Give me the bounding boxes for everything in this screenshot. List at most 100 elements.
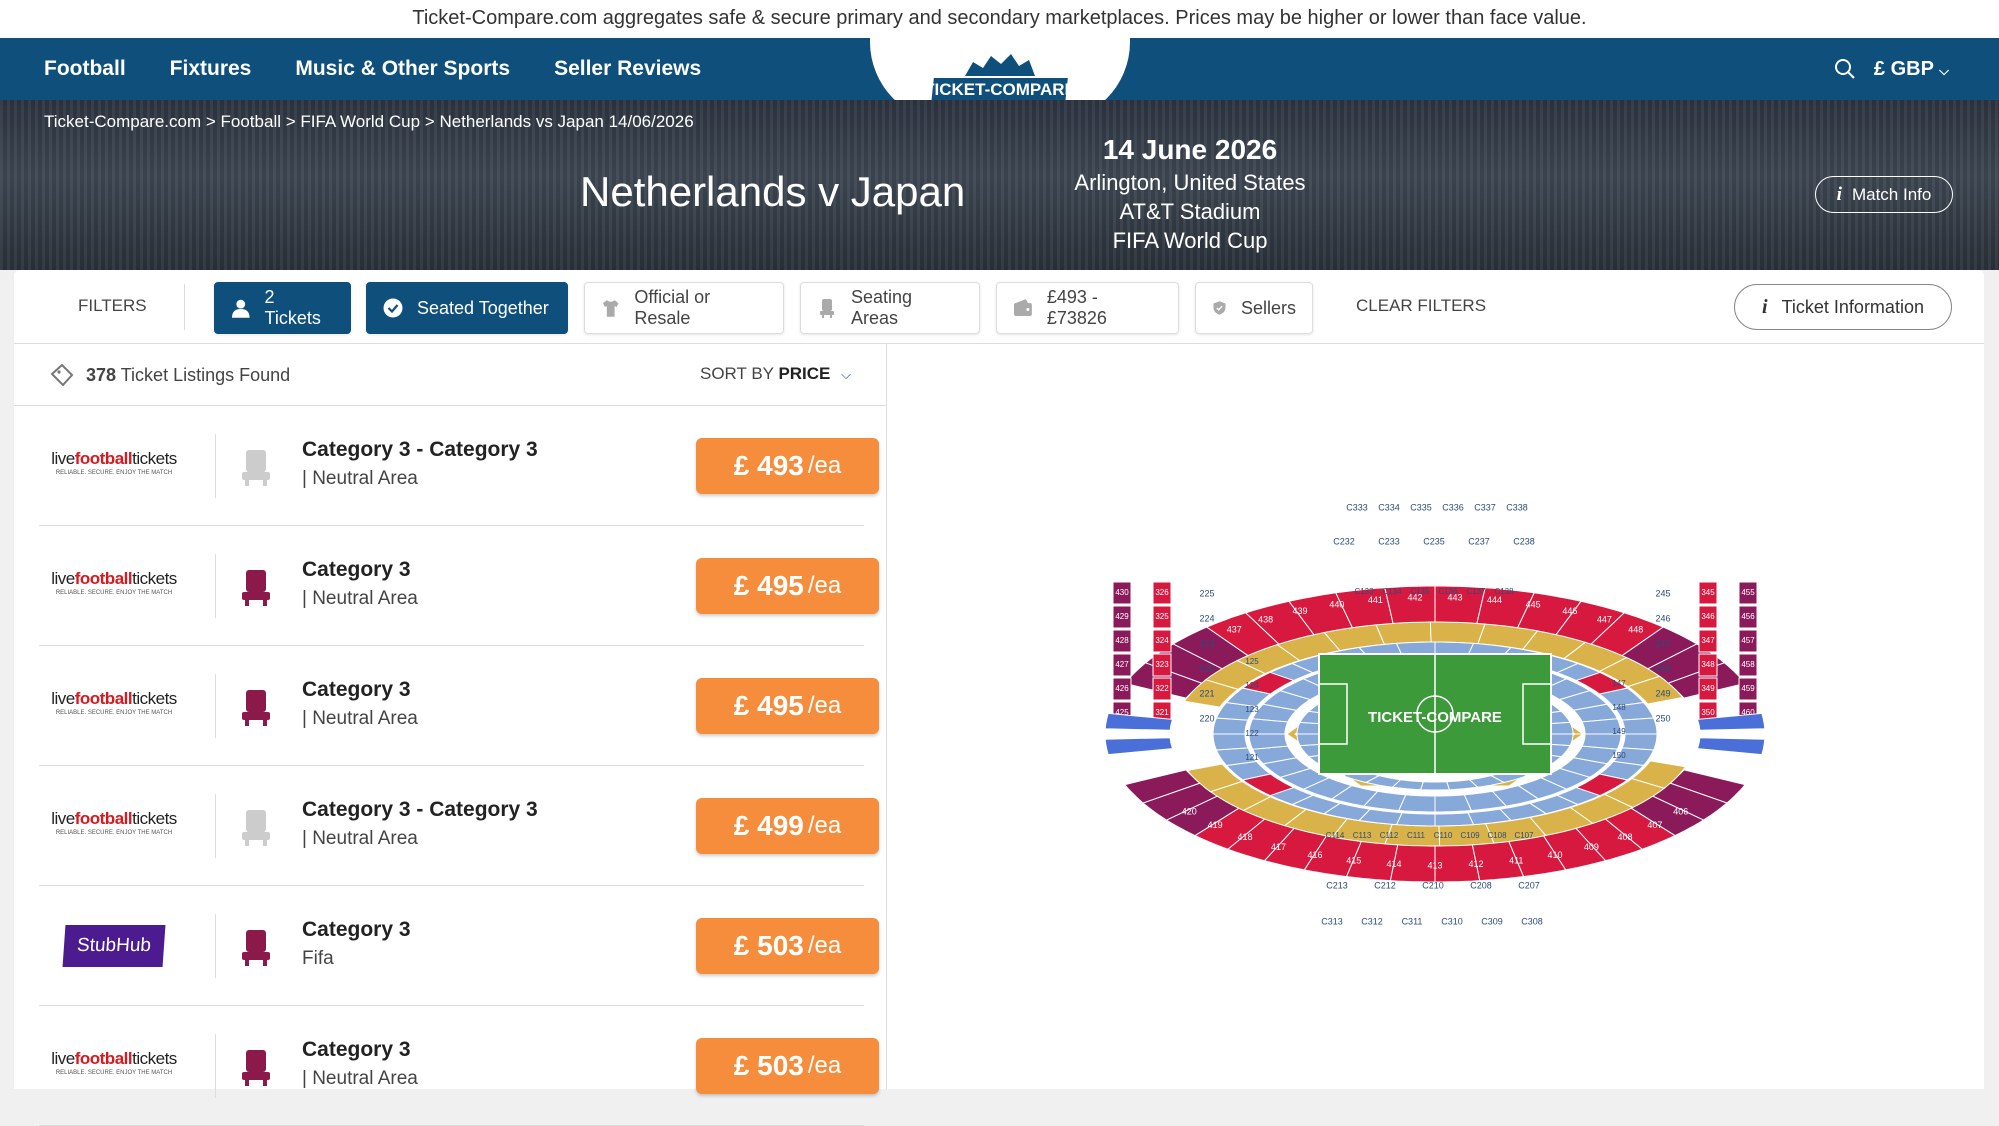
tickets-quantity-filter[interactable]: 2 Tickets [214,282,351,334]
section-label: 223 [1199,638,1214,648]
nav-links: Football Fixtures Music & Other Sports S… [44,38,701,100]
logo-tagline: RELIABLE. SECURE. ENJOY THE MATCH [55,470,173,476]
accent-section[interactable] [1104,737,1174,756]
official-resale-filter[interactable]: Official or Resale [584,282,784,334]
level-300-section[interactable] [1621,717,1658,735]
seating-areas-filter[interactable]: Seating Areas [800,282,980,334]
event-competition: FIFA World Cup [1112,228,1268,253]
section-label: C238 [1513,536,1535,546]
section-label: 419 [1208,820,1223,830]
sort-control[interactable]: SORT BY PRICE ⌵ [700,364,851,384]
listing-row[interactable]: livefootballtickets RELIABLE. SECURE. ENJ… [39,766,879,886]
listing-area: | Neutral Area [302,708,418,729]
listing-area: | Neutral Area [302,828,418,849]
price-button[interactable]: £ 495/ea [696,678,879,734]
seller-logo: livefootballtickets RELIABLE. SECURE. ENJ… [39,556,189,616]
section-label: 414 [1386,859,1401,869]
match-title: Netherlands v Japan [580,168,966,215]
level-100-section[interactable] [1419,781,1451,791]
level-300-section[interactable] [1212,717,1249,735]
listing-row[interactable]: livefootballtickets RELIABLE. SECURE. ENJ… [39,1006,879,1126]
nav-seller-reviews[interactable]: Seller Reviews [554,57,701,81]
nav-music-other-sports[interactable]: Music & Other Sports [295,57,510,81]
section-label: 220 [1199,713,1214,723]
section-label: 440 [1329,599,1344,609]
price-range-filter[interactable]: £493 - £73826 [996,282,1179,334]
seated-together-filter[interactable]: Seated Together [366,282,568,334]
marketplace-notice: Ticket-Compare.com aggregates safe & sec… [0,0,1999,38]
section-label: 446 [1562,606,1577,616]
section-label: 406 [1673,807,1688,817]
nav-fixtures[interactable]: Fixtures [170,57,252,81]
section-label: C108 [1487,831,1507,840]
listing-category: Category 3 [302,558,411,581]
level-300-section[interactable] [1212,733,1249,751]
ticket-icon [50,364,74,386]
breadcrumb-football[interactable]: Football [221,112,281,131]
price-unit: /ea [807,572,842,599]
search-icon[interactable] [1834,58,1856,80]
section-label: 416 [1308,850,1323,860]
listing-row[interactable]: livefootballtickets RELIABLE. SECURE. ENJ… [39,646,879,766]
section-label: 249 [1655,688,1670,698]
section-label: 407 [1647,820,1662,830]
match-info-button[interactable]: i Match Info [1815,176,1953,213]
tickets-quantity-label: 2 Tickets [264,287,321,328]
level-300-section[interactable] [1434,812,1475,827]
currency-selector[interactable]: £ GBP ⌵ [1874,58,1949,81]
section-label: 409 [1584,842,1599,852]
price-button[interactable]: £ 503/ea [696,1038,879,1094]
section-label: C336 [1442,502,1464,512]
section-label: C133 [1354,587,1374,596]
club-section[interactable] [1375,621,1432,645]
listings-count-number: 378 [86,364,117,385]
listing-row[interactable]: StubHub Category 3 Fifa £ 503/ea [39,886,879,1006]
listing-row[interactable]: livefootballtickets RELIABLE. SECURE. ENJ… [39,406,879,526]
section-label: 222 [1199,663,1214,673]
ticket-information-button[interactable]: i Ticket Information [1734,284,1952,330]
price-amount: £ 503 [733,930,804,961]
section-label: C313 [1321,916,1343,926]
logo-tagline: RELIABLE. SECURE. ENJOY THE MATCH [55,830,173,836]
nav-football[interactable]: Football [44,57,126,81]
clear-filters-link[interactable]: CLEAR FILTERS [1356,296,1486,316]
price-button[interactable]: £ 495/ea [696,558,879,614]
price-range-label: £493 - £73826 [1046,287,1107,328]
level-300-section[interactable] [1621,733,1658,751]
stubhub-logo: StubHub [62,925,166,967]
seller-name: StubHub [76,935,152,956]
section-label: 411 [1509,856,1523,866]
match-info-label: Match Info [1851,184,1932,204]
section-label: 447 [1597,614,1612,624]
level-200-section[interactable] [1434,794,1473,813]
section-label: 326 [1155,588,1169,597]
event-venue: AT&T Stadium [1119,199,1261,224]
section-label: 445 [1526,599,1541,609]
livefootballtickets-logo: livefootballtickets RELIABLE. SECURE. ENJ… [51,1050,177,1081]
section-label: C134 [1382,587,1402,596]
section-label: 346 [1701,612,1715,621]
level-300-section[interactable] [1395,812,1436,827]
price-button[interactable]: £ 493/ea [696,438,879,494]
accent-section[interactable] [1696,737,1766,756]
price-button[interactable]: £ 503/ea [696,918,879,974]
section-label: C308 [1521,916,1543,926]
section-label: 459 [1741,684,1755,693]
price-button[interactable]: £ 499/ea [696,798,879,854]
section-label: 350 [1701,708,1715,717]
section-label: 412 [1468,859,1483,869]
section-label: C310 [1441,916,1463,926]
club-section[interactable] [1429,621,1486,645]
shirt-icon [602,300,619,317]
sellers-filter[interactable]: Sellers [1195,282,1313,334]
listing-row[interactable]: livefootballtickets RELIABLE. SECURE. ENJ… [39,526,879,646]
stadium-map[interactable]: 437438439440 441 442 443 444 4454464474484204… [887,344,1984,1089]
breadcrumb-competition[interactable]: FIFA World Cup [300,112,420,131]
section-label: 456 [1741,612,1755,621]
section-label: C109 [1460,831,1480,840]
seller-logo: livefootballtickets RELIABLE. SECURE. ENJ… [39,1036,189,1096]
section-label: C136 [1438,587,1458,596]
section-label: C337 [1474,502,1496,512]
section-label: 458 [1741,660,1755,669]
breadcrumb-home[interactable]: Ticket-Compare.com [44,112,201,131]
